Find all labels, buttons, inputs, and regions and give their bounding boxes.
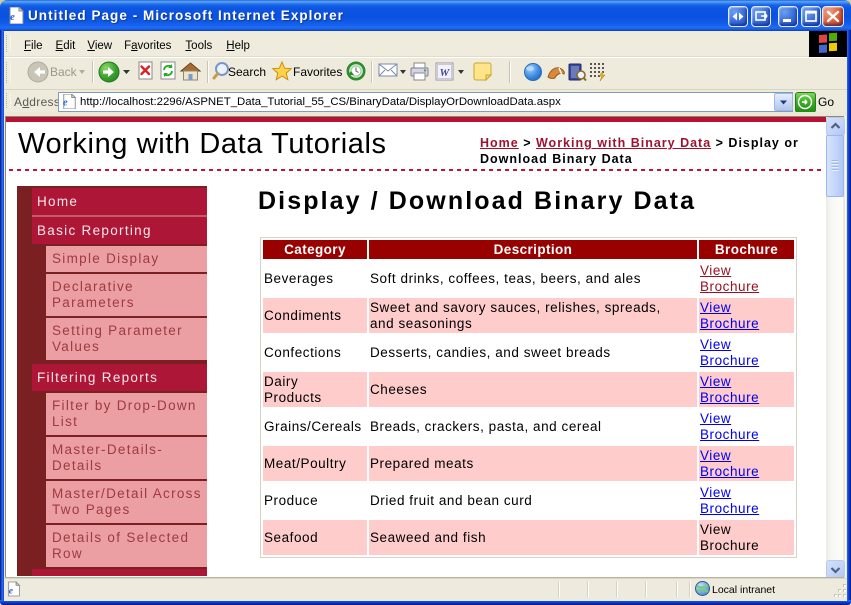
- svg-text:W: W: [440, 67, 451, 79]
- svg-text:e: e: [10, 11, 15, 23]
- svg-text:Search: Search: [228, 65, 266, 79]
- svg-text:Back: Back: [50, 65, 78, 79]
- svg-text:e: e: [9, 586, 14, 597]
- svg-text:Favorites: Favorites: [293, 65, 342, 79]
- svg-text:e: e: [63, 97, 68, 108]
